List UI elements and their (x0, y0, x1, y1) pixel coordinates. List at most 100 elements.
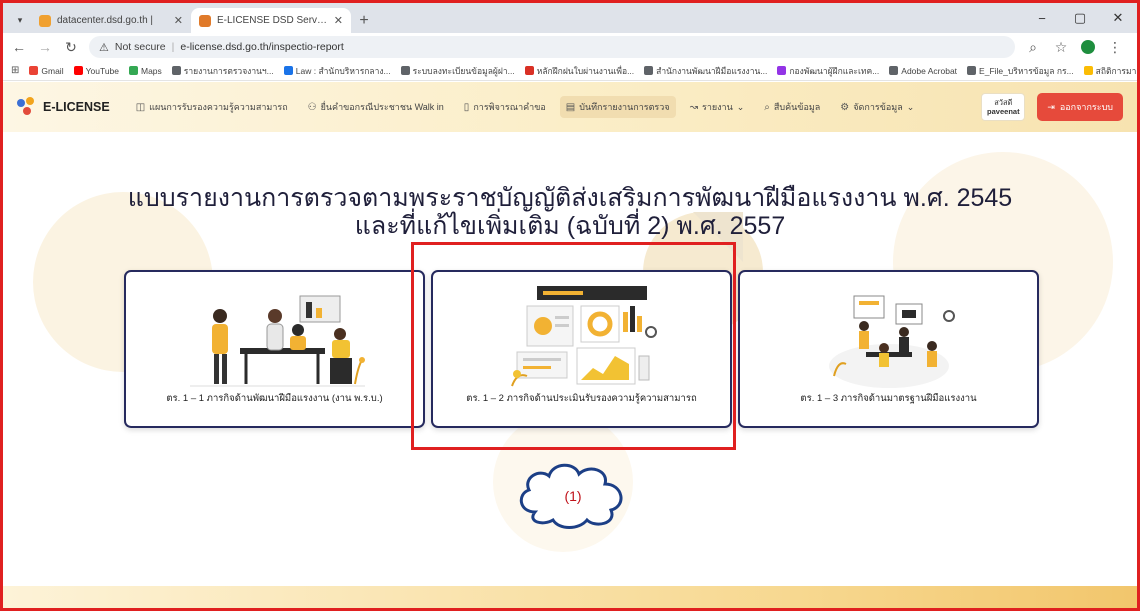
favicon-icon (39, 14, 51, 27)
footer-band (3, 586, 1137, 608)
bookmark-icon (967, 66, 977, 75)
nav-item[interactable]: ⌕ สืบค้นข้อมูล (758, 96, 826, 118)
bookmark-item[interactable]: สำนักงานพัฒนาฝีมือแรงงาน... (644, 64, 767, 78)
bookmark-icon (1083, 66, 1093, 75)
nav-item[interactable]: ⚇ ยื่นคำขอกรณีประชาชน Walk in (302, 96, 450, 118)
bookmark-label: กองพัฒนาผู้ฝึกและเทค... (789, 65, 880, 76)
bookmark-icon (400, 66, 410, 75)
bookmark-item[interactable]: รายงานการตรวจงานฯ... (171, 64, 274, 78)
bookmark-label: Law : สำนักบริหารกลาง... (295, 65, 391, 76)
warning-icon[interactable]: ⚠ (99, 41, 109, 54)
bookmark-label: รายงานการตรวจงานฯ... (183, 65, 274, 76)
greeting-text: สวัสดี (994, 98, 1013, 107)
browser-tab[interactable]: datacenter.dsd.go.th | ✕ (31, 8, 191, 33)
report-card-2[interactable]: ตร. 1 – 2 ภารกิจด้านประเมินรับรองความรู้… (431, 270, 732, 428)
bookmark-icon (129, 66, 138, 75)
chart-icon: ↝ (689, 101, 698, 113)
card-caption: ตร. 1 – 2 ภารกิจด้านประเมินรับรองความรู้… (466, 393, 697, 404)
nav-item[interactable]: ↝ รายงาน ⌄ (684, 96, 751, 118)
nav-item[interactable]: ⚙ จัดการข้อมูล ⌄ (834, 96, 920, 118)
tab-title: datacenter.dsd.go.th | (57, 15, 154, 26)
bookmark-item[interactable]: Adobe Acrobat (889, 66, 957, 76)
nav-item-label: สืบค้นข้อมูล (773, 102, 821, 112)
doc-icon: ▯ (463, 101, 470, 113)
bookmark-label: Gmail (41, 65, 64, 76)
tab-close-icon[interactable]: ✕ (334, 14, 343, 27)
bookmark-icon (73, 66, 83, 75)
chevron-down-icon: ⌄ (736, 101, 745, 112)
profile-avatar-icon[interactable] (1081, 40, 1095, 54)
dashboard-analytics-illustration (510, 286, 657, 387)
tab-close-icon[interactable]: ✕ (174, 14, 183, 27)
bookmark-label: ระบบลงทะเบียนข้อมูลผู้ฝา... (412, 65, 515, 76)
card-caption: ตร. 1 – 3 ภารกิจด้านมาตรฐานฝีมือแรงงาน (800, 393, 977, 404)
bookmark-item[interactable]: ระบบลงทะเบียนข้อมูลผู้ฝา... (400, 64, 515, 78)
address-bar[interactable]: ⚠ Not secure | e-license.dsd.go.th/inspe… (89, 36, 1015, 58)
divider: | (171, 41, 175, 53)
bookmark-item[interactable]: YouTube (73, 66, 119, 76)
close-window-button[interactable]: ✕ (1099, 10, 1137, 26)
window-controls: − ▢ ✕ (1023, 3, 1137, 33)
minimize-button[interactable]: − (1023, 11, 1061, 26)
bookmark-item[interactable]: Gmail (29, 65, 64, 76)
nav-item[interactable]: ▤ บันทึกรายงานการตรวจ (559, 96, 676, 118)
report-card-1[interactable]: ตร. 1 – 1 ภารกิจด้านพัฒนาฝีมือแรงงาน (งา… (124, 270, 425, 428)
logo-icon (17, 97, 37, 117)
new-tab-button[interactable]: + (351, 8, 377, 33)
nav-item-label: การพิจารณาคำขอ (473, 102, 546, 112)
bookmark-label: E_File_บริหารข้อมูล กร... (979, 65, 1074, 76)
card-caption: ตร. 1 – 1 ภารกิจด้านพัฒนาฝีมือแรงงาน (งา… (166, 393, 383, 404)
gear-icon: ⚙ (840, 101, 850, 113)
nav-item[interactable]: ▯ การพิจารณาคำขอ (458, 96, 552, 118)
logout-button[interactable]: ⇥ ออกจากระบบ (1037, 93, 1123, 121)
reload-icon[interactable]: ↻ (63, 39, 79, 56)
bookmark-item[interactable]: Maps (129, 66, 162, 76)
team-meeting-illustration (189, 295, 365, 387)
forward-icon[interactable]: → (37, 39, 53, 55)
logo-text: E-LICENSE (43, 100, 110, 114)
title-line-1: แบบรายงานการตรวจตามพระราชบัญญัติส่งเสริม… (127, 184, 1013, 212)
star-icon[interactable]: ☆ (1053, 39, 1069, 56)
apps-grid-icon[interactable]: ⊞ (11, 65, 19, 76)
bookmark-icon (171, 66, 181, 75)
tab-title: E-LICENSE DSD Service - ระบบใ... (217, 15, 328, 26)
annotation-label: (1) (564, 488, 582, 504)
bookmark-icon (777, 66, 787, 75)
bookmarks-bar: ⊞ Gmail YouTube Maps รายงานการตรวจงานฯ... La… (3, 61, 1137, 81)
zoom-icon[interactable]: ⌕ (1025, 39, 1041, 56)
maximize-button[interactable]: ▢ (1061, 10, 1099, 26)
page-title: แบบรายงานการตรวจตามพระราชบัญญัติส่งเสริม… (3, 184, 1137, 240)
report-card-3[interactable]: ตร. 1 – 3 ภารกิจด้านมาตรฐานฝีมือแรงงาน (738, 270, 1039, 428)
title-line-2: และที่แก้ไขเพิ่มเติม (ฉบับที่ 2) พ.ศ. 25… (354, 212, 786, 240)
nav-item[interactable]: ◫ แผนการรับรองความรู้ความสามารถ (130, 96, 294, 118)
nav-item-label: บันทึกรายงานการตรวจ (579, 102, 670, 112)
bookmark-item[interactable]: กองพัฒนาผู้ฝึกและเทค... (777, 64, 879, 78)
tab-search-icon[interactable]: ▾ (9, 7, 31, 33)
search-icon: ⌕ (764, 101, 770, 113)
book-icon: ◫ (135, 101, 146, 113)
browser-tab-strip: ▾ datacenter.dsd.go.th | ✕ E-LICENSE DSD… (3, 3, 1137, 33)
bookmark-icon (29, 66, 39, 75)
bookmark-item[interactable]: สถิติการมาตรฐาน... (1083, 64, 1137, 78)
nav-item-label: ยื่นคำขอกรณีประชาชน Walk in (320, 102, 444, 112)
office-workers-illustration (828, 295, 955, 388)
logout-label: ออกจากระบบ (1059, 102, 1113, 112)
bookmark-label: Adobe Acrobat (901, 65, 958, 76)
bookmark-label: หลักฝึกฝนใบผ่านงานเพื่อ... (536, 65, 635, 76)
app-logo[interactable]: E-LICENSE (17, 97, 110, 117)
bookmark-item[interactable]: หลักฝึกฝนใบผ่านงานเพื่อ... (524, 64, 635, 78)
back-icon[interactable]: ← (11, 39, 27, 55)
user-badge[interactable]: สวัสดี paveenat (981, 93, 1026, 121)
bookmark-item[interactable]: E_File_บริหารข้อมูล กร... (967, 64, 1074, 78)
favicon-icon (199, 14, 211, 27)
user-add-icon: ⚇ (307, 101, 317, 113)
bookmark-icon (644, 66, 654, 75)
kebab-menu-icon[interactable]: ⋮ (1107, 39, 1123, 56)
browser-tab-active[interactable]: E-LICENSE DSD Service - ระบบใ... ✕ (191, 8, 351, 33)
security-label[interactable]: Not secure (115, 41, 166, 53)
bookmark-item[interactable]: Law : สำนักบริหารกลาง... (283, 64, 391, 78)
url-text[interactable]: e-license.dsd.go.th/inspectio-report (180, 41, 343, 53)
bookmark-icon (283, 66, 293, 75)
bookmark-icon (524, 66, 534, 75)
report-icon: ▤ (565, 101, 576, 113)
